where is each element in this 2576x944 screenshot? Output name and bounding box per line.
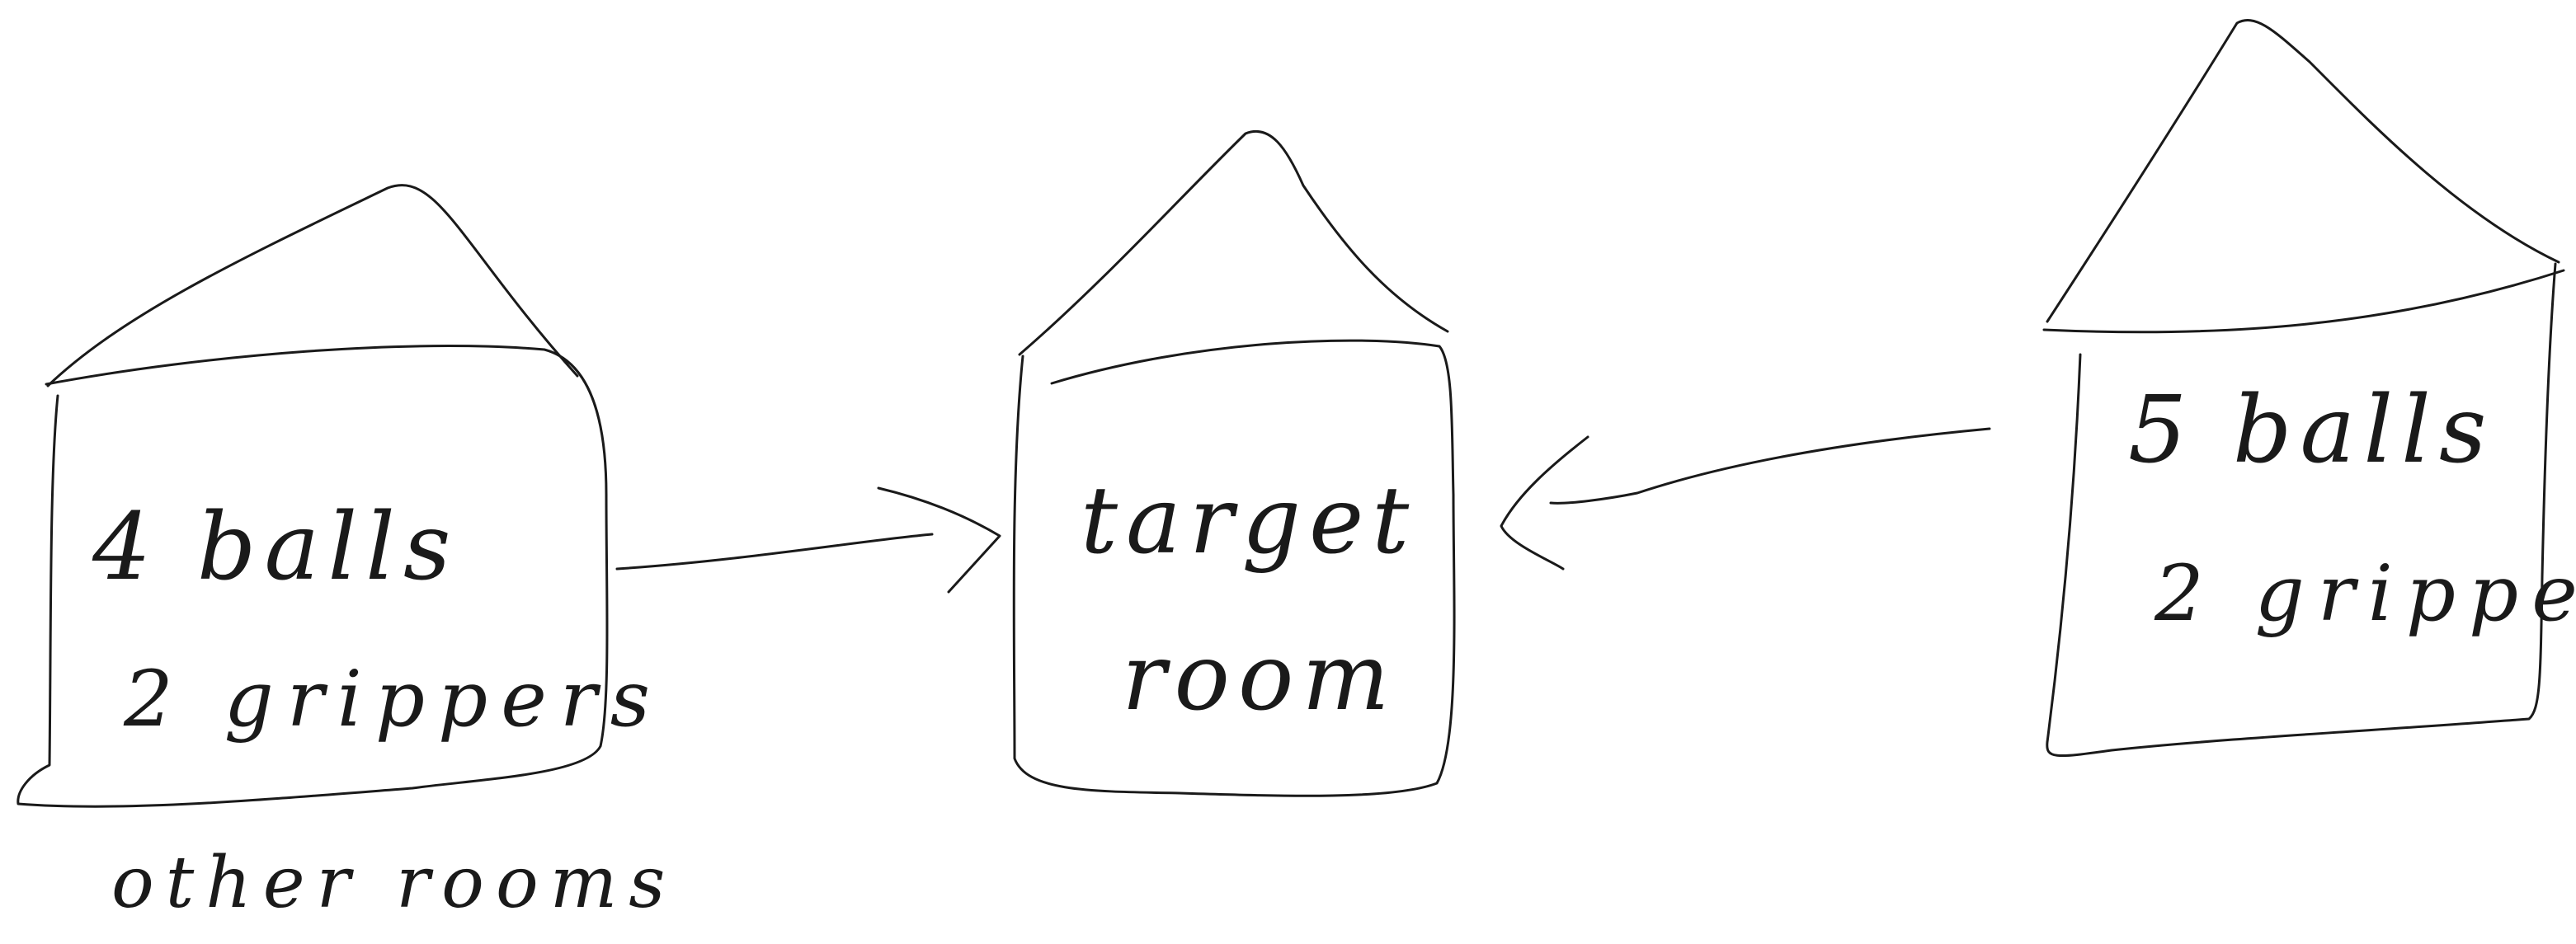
center-house-room-label: room: [1122, 624, 1398, 731]
left-house-caption: other rooms: [111, 842, 676, 924]
arrow-left-head: [877, 486, 1001, 594]
center-house-target-label: target: [1081, 467, 1417, 575]
arrow-right-shaft: [1549, 427, 1991, 505]
left-house-roof: [46, 184, 579, 387]
right-house-gripper-label: 2 gripper: [2154, 549, 2576, 639]
right-house-floor-line: [2042, 269, 2565, 334]
left-house-balls-label: 4 balls: [92, 494, 459, 601]
arrow-left-shaft: [615, 533, 934, 571]
arrow-left-to-center: [615, 486, 1001, 594]
right-house-roof: [2046, 19, 2560, 323]
right-house-balls-label: 5 balls: [2128, 377, 2494, 484]
house-diagram-canvas: 4 balls 2 grippers other rooms target ro…: [16, 19, 2576, 924]
arrow-right-to-center: [1500, 427, 1991, 571]
left-house-grippers-label: 2 grippers: [123, 655, 663, 744]
right-house-body: [2046, 262, 2557, 757]
center-house-roof: [1018, 129, 1449, 356]
